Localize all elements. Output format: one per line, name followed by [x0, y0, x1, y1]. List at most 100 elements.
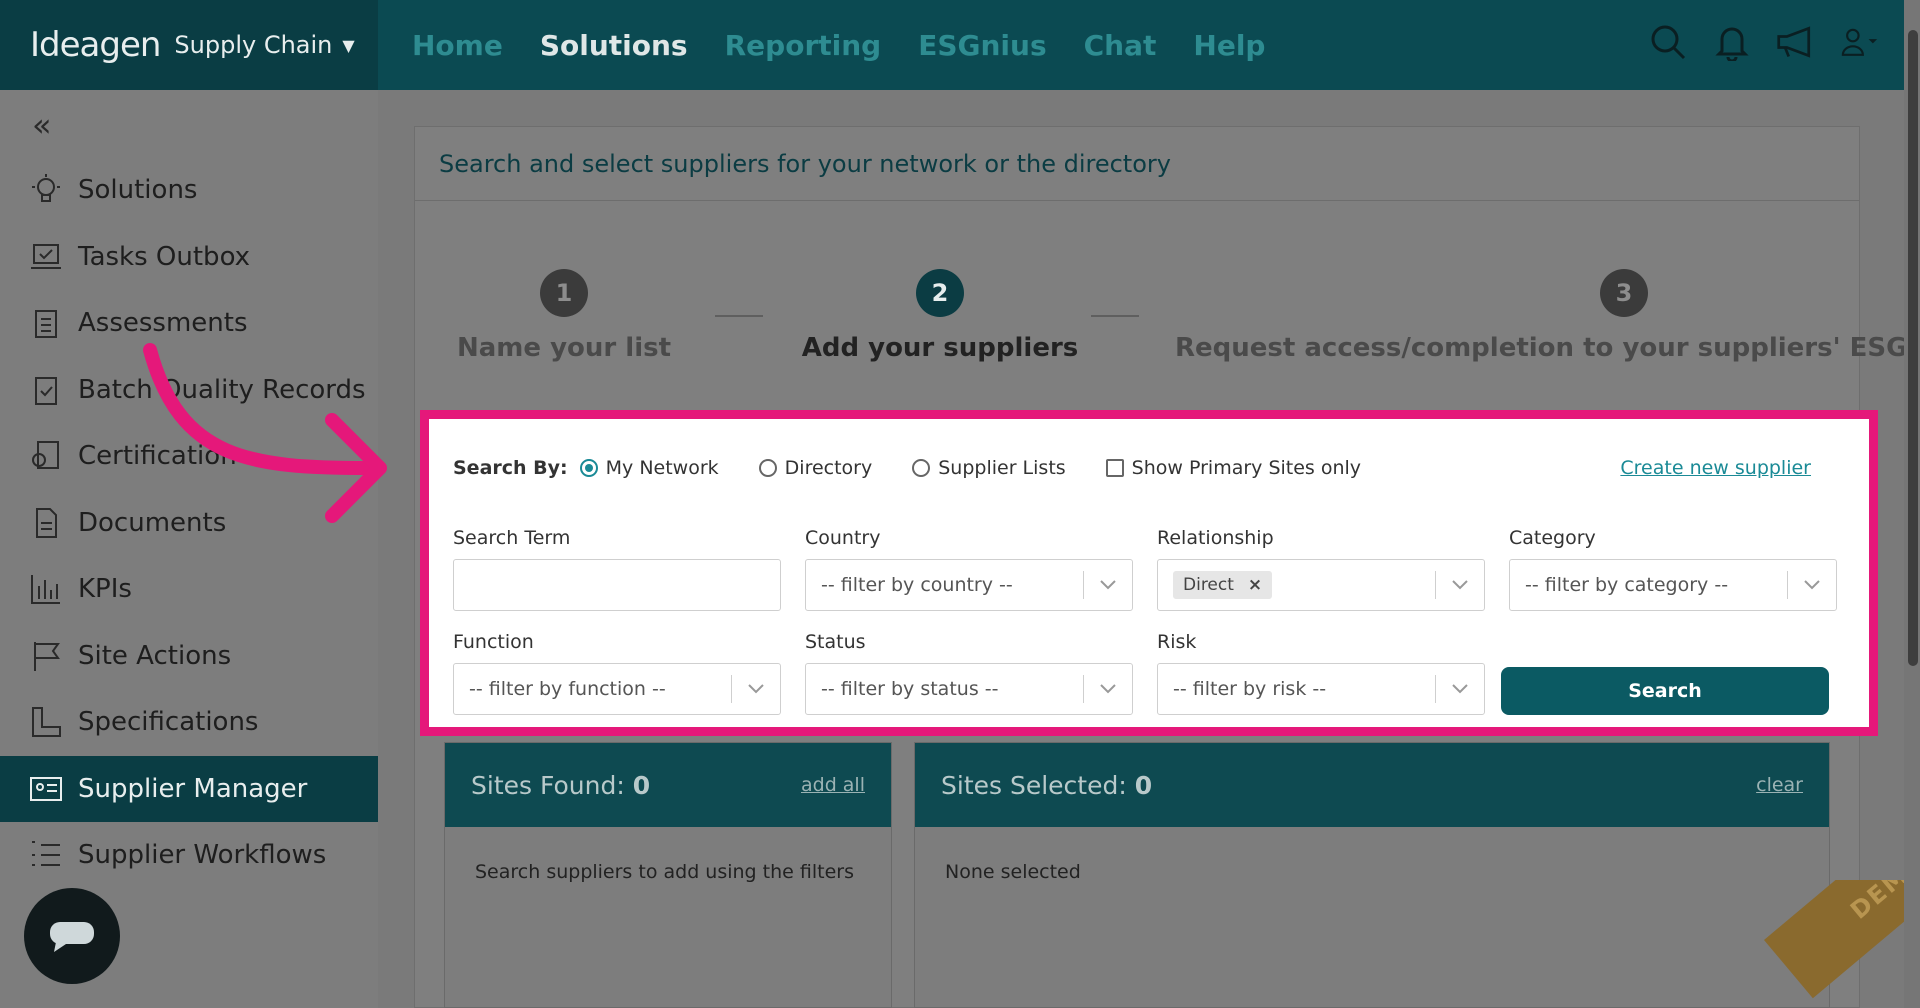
- sites-found-title: Sites Found: 0: [471, 771, 650, 800]
- sidebar-item-label: Assessments: [78, 308, 248, 338]
- sites-selected-pane: Sites Selected: 0 clear None selected: [914, 742, 1830, 1008]
- main-nav: Home Solutions Reporting ESGnius Chat He…: [412, 0, 1265, 90]
- field-label: Country: [805, 527, 881, 549]
- field-label: Relationship: [1157, 527, 1274, 549]
- nav-solutions[interactable]: Solutions: [540, 29, 688, 62]
- risk-field: Risk -- filter by risk --: [1157, 631, 1485, 715]
- country-field: Country -- filter by country --: [805, 527, 1133, 611]
- scrollbar-thumb[interactable]: [1908, 30, 1918, 666]
- field-label: Risk: [1157, 631, 1197, 653]
- brand-switcher[interactable]: Ideagen Supply Chain ▼: [0, 0, 378, 90]
- sidebar-item-label: Site Actions: [78, 640, 232, 671]
- relationship-select[interactable]: Direct ×: [1157, 559, 1485, 611]
- scrollbar[interactable]: [1904, 0, 1920, 1008]
- collapse-sidebar-icon[interactable]: «: [32, 106, 52, 144]
- nav-chat[interactable]: Chat: [1084, 29, 1157, 62]
- search-by-row: Search By: My Network Directory Supplier…: [453, 457, 1401, 479]
- document-icon: [28, 505, 64, 541]
- chevron-down-icon[interactable]: [732, 683, 780, 695]
- checkbox-icon[interactable]: [1105, 459, 1124, 477]
- sidebar-item-supplier-workflows[interactable]: Supplier Workflows: [0, 822, 378, 888]
- search-term-input[interactable]: [453, 559, 781, 611]
- user-menu-icon[interactable]: [1840, 20, 1880, 64]
- chevron-down-icon[interactable]: [1436, 683, 1484, 695]
- sidebar-item-supplier-manager[interactable]: Supplier Manager: [0, 755, 378, 822]
- bell-icon[interactable]: [1712, 20, 1752, 64]
- sidebar-item-label: Supplier Manager: [78, 773, 308, 804]
- radio-icon[interactable]: [912, 459, 931, 477]
- nav-esgnius[interactable]: ESGnius: [918, 29, 1046, 62]
- sites-selected-empty: None selected: [945, 861, 1081, 883]
- category-field: Category -- filter by category --: [1509, 527, 1837, 611]
- remove-tag-icon[interactable]: ×: [1248, 575, 1262, 595]
- top-icons: [1648, 20, 1880, 64]
- megaphone-icon[interactable]: [1776, 20, 1816, 64]
- checkbox-label: Show Primary Sites only: [1131, 457, 1362, 479]
- sites-selected-header: Sites Selected: 0 clear: [915, 743, 1829, 827]
- product-name: Supply Chain: [174, 31, 333, 59]
- country-select[interactable]: -- filter by country --: [805, 559, 1133, 611]
- nav-help[interactable]: Help: [1193, 29, 1265, 62]
- chevron-down-icon[interactable]: [1788, 579, 1836, 591]
- step-3: 3 Request access/completion to your supp…: [1175, 269, 1920, 363]
- sidebar-item-kpis[interactable]: KPIs: [0, 556, 378, 622]
- function-select[interactable]: -- filter by function --: [453, 663, 781, 715]
- sites-selected-count: 0: [1134, 770, 1153, 800]
- primary-sites-checkbox[interactable]: Show Primary Sites only: [1105, 457, 1362, 479]
- search-icon[interactable]: [1648, 20, 1688, 64]
- radio-directory[interactable]: Directory: [758, 457, 872, 479]
- field-label: Status: [805, 631, 866, 653]
- radio-supplier-lists[interactable]: Supplier Lists: [912, 457, 1066, 479]
- sidebar-item-label: Tasks Outbox: [78, 241, 251, 272]
- sites-found-count: 0: [632, 770, 651, 800]
- sites-found-header: Sites Found: 0 add all: [445, 743, 891, 827]
- category-select[interactable]: -- filter by category --: [1509, 559, 1837, 611]
- page-title: Search and select suppliers for your net…: [415, 127, 1859, 201]
- laptop-check-icon: [28, 239, 64, 275]
- sidebar-item-tasks-outbox[interactable]: Tasks Outbox: [0, 224, 378, 290]
- sidebar-item-label: Supplier Workflows: [78, 840, 327, 870]
- create-new-supplier-link[interactable]: Create new supplier: [1620, 457, 1811, 479]
- sites-found-label: Sites Found:: [471, 770, 633, 800]
- sites-selected-title: Sites Selected: 0: [941, 771, 1152, 800]
- radio-label: Supplier Lists: [938, 457, 1066, 479]
- nav-reporting[interactable]: Reporting: [725, 29, 882, 62]
- demo-ribbon-label: DEMO: [1764, 880, 1920, 999]
- chat-bubble-icon[interactable]: [24, 888, 120, 984]
- top-bar: Ideagen Supply Chain ▼ Home Solutions Re…: [0, 0, 1920, 90]
- search-term-field: Search Term: [453, 527, 781, 611]
- status-field: Status -- filter by status --: [805, 631, 1133, 715]
- field-label: Search Term: [453, 527, 571, 549]
- nav-home[interactable]: Home: [412, 29, 503, 62]
- search-button[interactable]: Search: [1501, 667, 1829, 715]
- add-all-link[interactable]: add all: [801, 774, 865, 796]
- chevron-down-icon[interactable]: [1084, 683, 1132, 695]
- tag-label: Direct: [1183, 575, 1234, 595]
- function-field: Function -- filter by function --: [453, 631, 781, 715]
- step-label: Add your suppliers: [801, 333, 1079, 363]
- select-placeholder: -- filter by function --: [469, 678, 666, 700]
- sidebar-item-solutions[interactable]: Solutions: [0, 157, 378, 223]
- sites-selected-label: Sites Selected:: [941, 770, 1135, 800]
- radio-selected-icon[interactable]: [579, 459, 598, 477]
- chevron-down-icon[interactable]: [1436, 579, 1484, 591]
- step-2: 2 Add your suppliers: [795, 269, 1085, 363]
- radio-icon[interactable]: [758, 459, 777, 477]
- sidebar-item-site-actions[interactable]: Site Actions: [0, 623, 378, 689]
- step-number: 3: [1600, 269, 1648, 317]
- annotation-arrow-icon: [143, 343, 387, 523]
- risk-select[interactable]: -- filter by risk --: [1157, 663, 1485, 715]
- step-label: Name your list: [457, 333, 672, 363]
- sidebar-item-specifications[interactable]: Specifications: [0, 689, 378, 755]
- step-1: 1 Name your list: [457, 269, 671, 363]
- demo-ribbon: DEMO: [1744, 880, 1920, 1008]
- clipboard-list-icon: [28, 305, 64, 341]
- ruler-icon: [28, 704, 64, 740]
- select-placeholder: -- filter by risk --: [1173, 678, 1327, 700]
- chevron-down-icon[interactable]: [1084, 579, 1132, 591]
- radio-my-network[interactable]: My Network: [579, 457, 719, 479]
- status-select[interactable]: -- filter by status --: [805, 663, 1133, 715]
- step-divider: [1091, 315, 1139, 317]
- clear-link[interactable]: clear: [1756, 774, 1803, 796]
- certificate-icon: [28, 438, 64, 474]
